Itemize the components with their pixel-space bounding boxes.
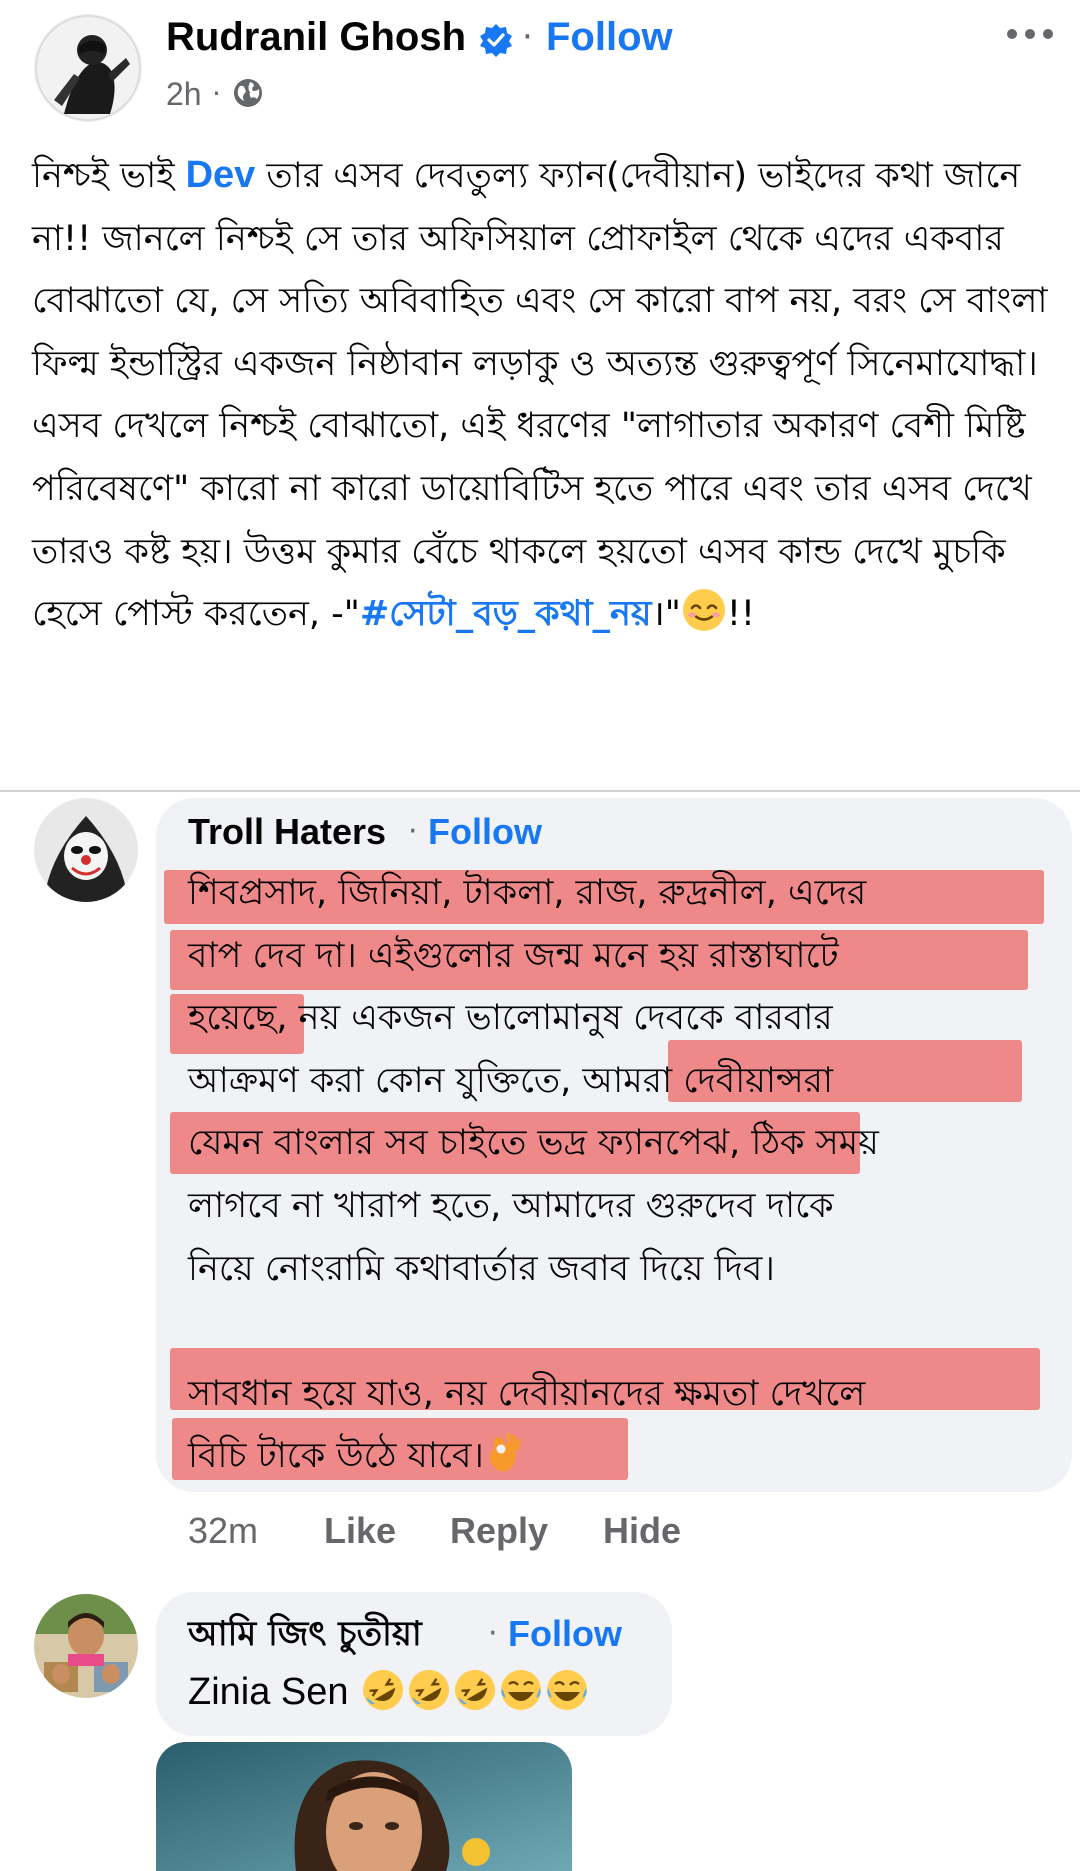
comment-2-photo[interactable] (156, 1742, 572, 1871)
hashtag-link[interactable]: #সেটা_বড়_কথা_নয় (360, 594, 652, 634)
commenter-2-separator: · (488, 1616, 498, 1651)
laughing-emoji-icon (545, 1668, 589, 1712)
comment-line: যেমন বাংলার সব চাইতে ভদ্র ফ্যানপেঝ, ঠিক … (188, 1123, 879, 1164)
commenter-2-avatar[interactable] (34, 1594, 138, 1698)
globe-icon[interactable] (232, 77, 264, 109)
comment-line: হয়েছে, নয় একজন ভালোমানুষ দেবকে বারবার (188, 998, 833, 1039)
commenter-follow-button[interactable]: Follow (428, 808, 542, 856)
post-text-main: তার এসব দেবতুল্য ফ্যান(দেবীয়ান) ভাইদের … (32, 156, 1048, 635)
comment-line: সাবধান হয়ে যাও, নয় দেবীয়ানদের ক্ষমতা … (188, 1373, 866, 1414)
comment-line: বাপ দেব দা। এইগুলোর জন্ম মনে হয় রাস্তাঘ… (188, 935, 839, 976)
comment-line: নিয়ে নোংরামি কথাবার্তার জবাব দিয়ে দিব। (188, 1248, 775, 1289)
more-options-icon[interactable] (1002, 14, 1058, 54)
commenter-2-follow-button[interactable]: Follow (508, 1610, 622, 1658)
verified-badge-icon (478, 22, 514, 58)
follow-button[interactable]: Follow (546, 12, 673, 62)
post-body-text: নিশ্চই ভাই Dev তার এসব দেবতুল্য ফ্যান(দে… (32, 144, 1062, 646)
like-button[interactable]: Like (324, 1506, 396, 1556)
mention-link-dev[interactable]: Dev (186, 154, 256, 196)
comment-line: শিবপ্রসাদ, জিনিয়া, টাকলা, রাজ, রুদ্রনীল… (188, 873, 867, 913)
comment-timestamp[interactable]: 32m (188, 1506, 258, 1556)
post-text-intro: নিশ্চই ভাই (32, 156, 186, 196)
post-author-name[interactable]: Rudranil Ghosh (166, 12, 466, 62)
comment-line: লাগবে না খারাপ হতে, আমাদের গুরুদেব দাকে (188, 1185, 834, 1226)
commenter-avatar[interactable] (34, 798, 138, 902)
comment-2-text: Zinia Sen (188, 1666, 589, 1718)
commenter-separator: · (408, 814, 418, 849)
timestamp-separator: · (212, 77, 221, 110)
commenter-2-name[interactable]: আমি জিৎ চুতীয়া (188, 1610, 422, 1658)
post-text-tail: !! (726, 594, 755, 635)
hide-button[interactable]: Hide (603, 1506, 681, 1556)
commenter-name[interactable]: Troll Haters (188, 808, 386, 856)
rolling-laughing-emoji-icon (453, 1668, 497, 1712)
rolling-laughing-emoji-icon (361, 1668, 405, 1712)
ok-hand-emoji-icon (484, 1429, 524, 1475)
header-separator: · (522, 17, 533, 57)
comment-line-text: বিচি টাকে উঠে যাবে। (188, 1436, 484, 1477)
reply-button[interactable]: Reply (450, 1506, 548, 1556)
post-divider (0, 790, 1080, 792)
comment-blank-line (188, 1300, 1068, 1363)
comment-line: আক্রমণ করা কোন যুক্তিতে, আমরা দেবীয়ান্স… (188, 1060, 834, 1101)
post-timestamp[interactable]: 2h (166, 72, 202, 116)
comment-line-last: বিচি টাকে উঠে যাবে। (188, 1425, 1068, 1488)
comment-2-tag[interactable]: Zinia Sen (188, 1671, 349, 1713)
post-author-avatar[interactable] (34, 14, 142, 122)
post-text-end: ।" (651, 594, 681, 635)
rolling-laughing-emoji-icon (407, 1668, 451, 1712)
laughing-emoji-icon (499, 1668, 543, 1712)
comment-text: শিবপ্রসাদ, জিনিয়া, টাকলা, রাজ, রুদ্রনীল… (188, 862, 1068, 1488)
smile-emoji-icon (681, 587, 727, 633)
